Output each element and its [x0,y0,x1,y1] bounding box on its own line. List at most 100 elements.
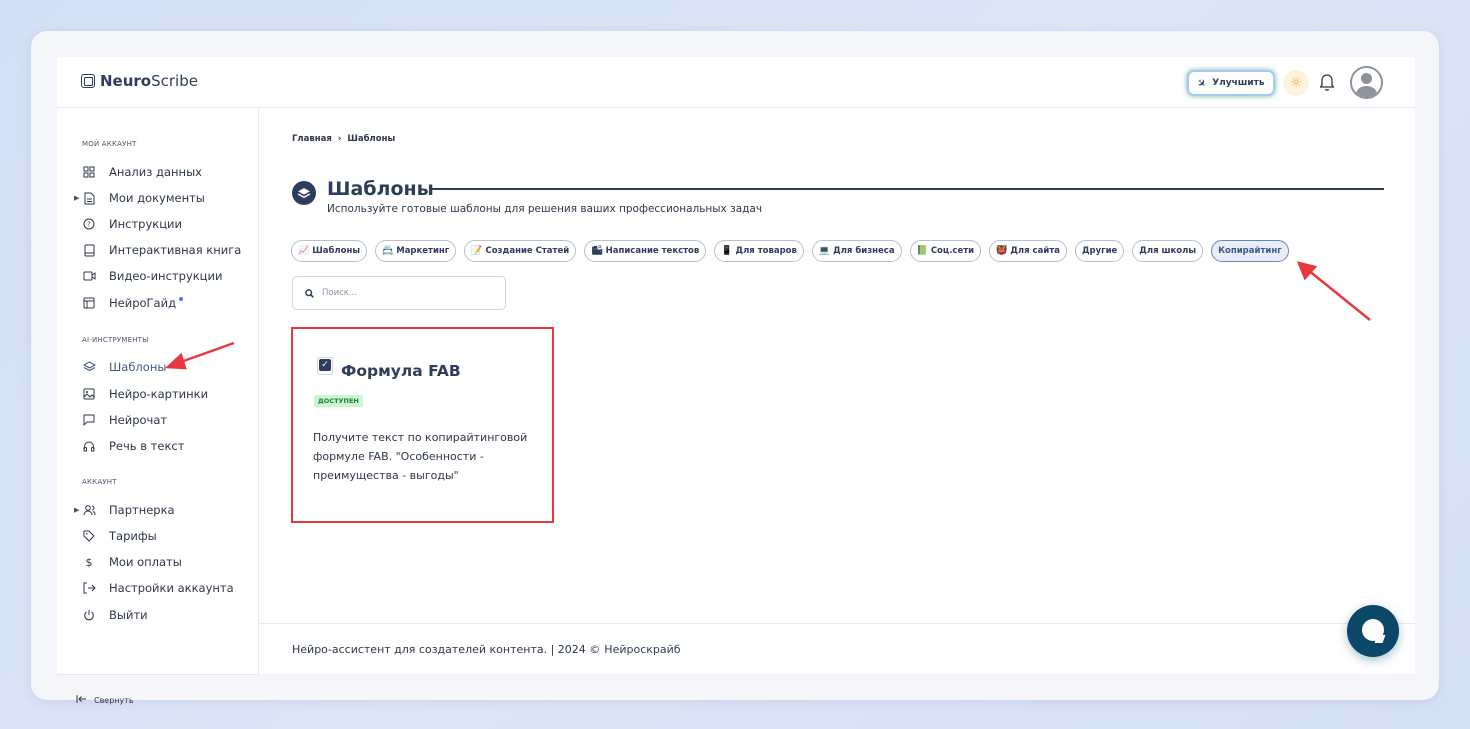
svg-text:?: ? [87,221,91,229]
sidebar-item-label: Партнерка [109,503,175,517]
breadcrumb: Главная › Шаблоны [292,134,395,144]
sidebar-item-label: Инструкции [109,217,182,231]
breadcrumb-home[interactable]: Главная [292,134,332,144]
chip-marketing[interactable]: 📇 Маркетинг [375,240,457,262]
collapse-label: Свернуть [94,695,134,705]
sidebar-item-label: Нейрочат [109,413,168,427]
rocket-icon: ✈ [1193,75,1210,91]
title-divider [429,188,1384,190]
bell-icon[interactable] [1319,72,1335,92]
users-icon [82,503,96,517]
sidebar-item-label: Речь в текст [109,439,185,453]
document-icon [82,191,96,205]
collapse-left-icon [76,695,87,705]
notification-dot [179,297,184,301]
sidebar-item-my-documents[interactable]: ▶ Мои документы [74,189,205,207]
ogre-icon: 👹 [996,246,1008,256]
help-circle-icon: ? [82,217,96,231]
layers-icon [292,181,316,205]
page-subtitle: Используйте готовые шаблоны для решения … [327,203,763,215]
card-description: Получите текст по копирайтинговой формул… [313,431,528,482]
message-square-icon [82,413,96,427]
sidebar-item-label: Нейро-картинки [109,387,209,401]
collapse-sidebar-button[interactable]: Свернуть [57,674,259,725]
layout-icon [82,296,96,310]
sidebar-item-label: НейроГайд [109,296,177,310]
sidebar-item-tariffs[interactable]: Тарифы [82,527,157,545]
sidebar-item-account-settings[interactable]: Настройки аккаунта [82,579,234,597]
sidebar-item-speech-to-text[interactable]: Речь в текст [82,437,184,455]
caret-right-icon: ▶ [74,506,80,514]
sidebar-item-instructions[interactable]: ? Инструкции [82,215,182,233]
sidebar-item-logout[interactable]: Выйти [82,606,148,624]
breadcrumb-current: Шаблоны [347,134,396,144]
page-title: Шаблоны [327,178,434,200]
grid-icon [82,165,96,179]
status-badge: доступен [314,395,363,407]
footer: Нейро-ассистент для создателей контента.… [259,623,1415,674]
chevron-right-icon: › [337,134,342,144]
upgrade-label: Улучшить [1212,78,1265,88]
video-icon [82,269,96,283]
sidebar-item-video-instructions[interactable]: Видео-инструкции [82,267,222,285]
sidebar-item-label: Мои документы [109,191,205,205]
caret-right-icon: ▶ [74,194,80,202]
logo[interactable]: NeuroScribe [81,72,198,90]
chip-copywriting[interactable]: Копирайтинг [1211,240,1289,262]
image-icon [82,387,96,401]
log-in-icon [82,581,96,595]
logo-icon [81,74,95,88]
chip-text-writing[interactable]: 🏙 Написание текстов [584,240,707,262]
sidebar-item-label: Тарифы [109,529,157,543]
sidebar-item-label: Анализ данных [109,165,202,179]
sidebar-item-label: Настройки аккаунта [109,581,234,595]
headphones-icon [82,439,96,453]
book-icon [82,243,96,257]
footer-text: Нейро-ассистент для создателей контента.… [292,642,601,656]
tag-icon [82,529,96,543]
chip-for-website[interactable]: 👹 Для сайта [989,240,1067,262]
chat-bubble-button[interactable] [1347,605,1399,657]
sidebar: МОЙ АККАУНТ Анализ данных ▶ Мои документ… [57,108,259,705]
sidebar-item-payments[interactable]: $ Мои оплаты [82,553,182,571]
sidebar-section-title: МОЙ АККАУНТ [82,140,137,148]
sidebar-item-neuro-images[interactable]: Нейро-картинки [82,385,208,403]
chip-other[interactable]: Другие [1074,240,1125,262]
phone-icon: 📱 [721,246,733,256]
sidebar-item-data-analysis[interactable]: Анализ данных [82,163,202,181]
chip-for-school[interactable]: Для школы [1132,240,1204,262]
template-card[interactable]: Формула FAB доступен Получите текст по к… [291,327,554,523]
upgrade-button[interactable]: ✈ Улучшить [1187,70,1275,96]
sidebar-item-interactive-book[interactable]: Интерактивная книга [82,241,241,259]
category-filters: 📈 Шаблоны 📇 Маркетинг 📝 Создание Статей 🏙 На… [291,240,1289,262]
user-avatar[interactable] [1350,66,1383,99]
cityscape-icon: 🏙 [591,246,603,256]
sidebar-item-label: Шаблоны [109,360,167,374]
layers-icon [82,360,96,374]
card-title: Формула FAB [341,362,461,380]
memo-icon: 📝 [471,246,483,256]
sidebar-item-neurochat[interactable]: Нейрочат [82,411,167,429]
sidebar-item-label: Видео-инструкции [109,269,223,283]
sidebar-item-templates[interactable]: Шаблоны [82,358,166,376]
chip-for-business[interactable]: 💻 Для бизнеса [811,240,902,262]
sidebar-item-label: Выйти [109,608,148,622]
green-book-icon: 📗 [916,246,928,256]
chart-icon: 📈 [298,246,310,256]
app-window: NeuroScribe ✈ Улучшить ☼ МОЙ АККАУНТ Ана… [57,57,1415,705]
sidebar-item-neuroguide[interactable]: НейроГайд [82,294,184,312]
chip-templates[interactable]: 📈 Шаблоны [291,240,368,262]
sidebar-item-partners[interactable]: ▶ Партнерка [74,501,175,519]
search-input[interactable] [322,288,492,298]
chip-article-creation[interactable]: 📝 Создание Статей [464,240,577,262]
search-box [292,276,506,310]
checkbox-clipboard-icon [317,357,333,375]
theme-toggle-sun-icon[interactable]: ☼ [1283,70,1309,96]
laptop-icon: 💻 [818,246,831,256]
chip-social[interactable]: 📗 Соц.сети [909,240,982,262]
card-index-icon: 📇 [382,246,394,256]
sidebar-item-label: Интерактивная книга [109,243,242,257]
footer-link[interactable]: Нейроскрайб [604,643,680,656]
chip-for-products[interactable]: 📱 Для товаров [714,240,804,262]
sidebar-item-label: Мои оплаты [109,555,182,569]
